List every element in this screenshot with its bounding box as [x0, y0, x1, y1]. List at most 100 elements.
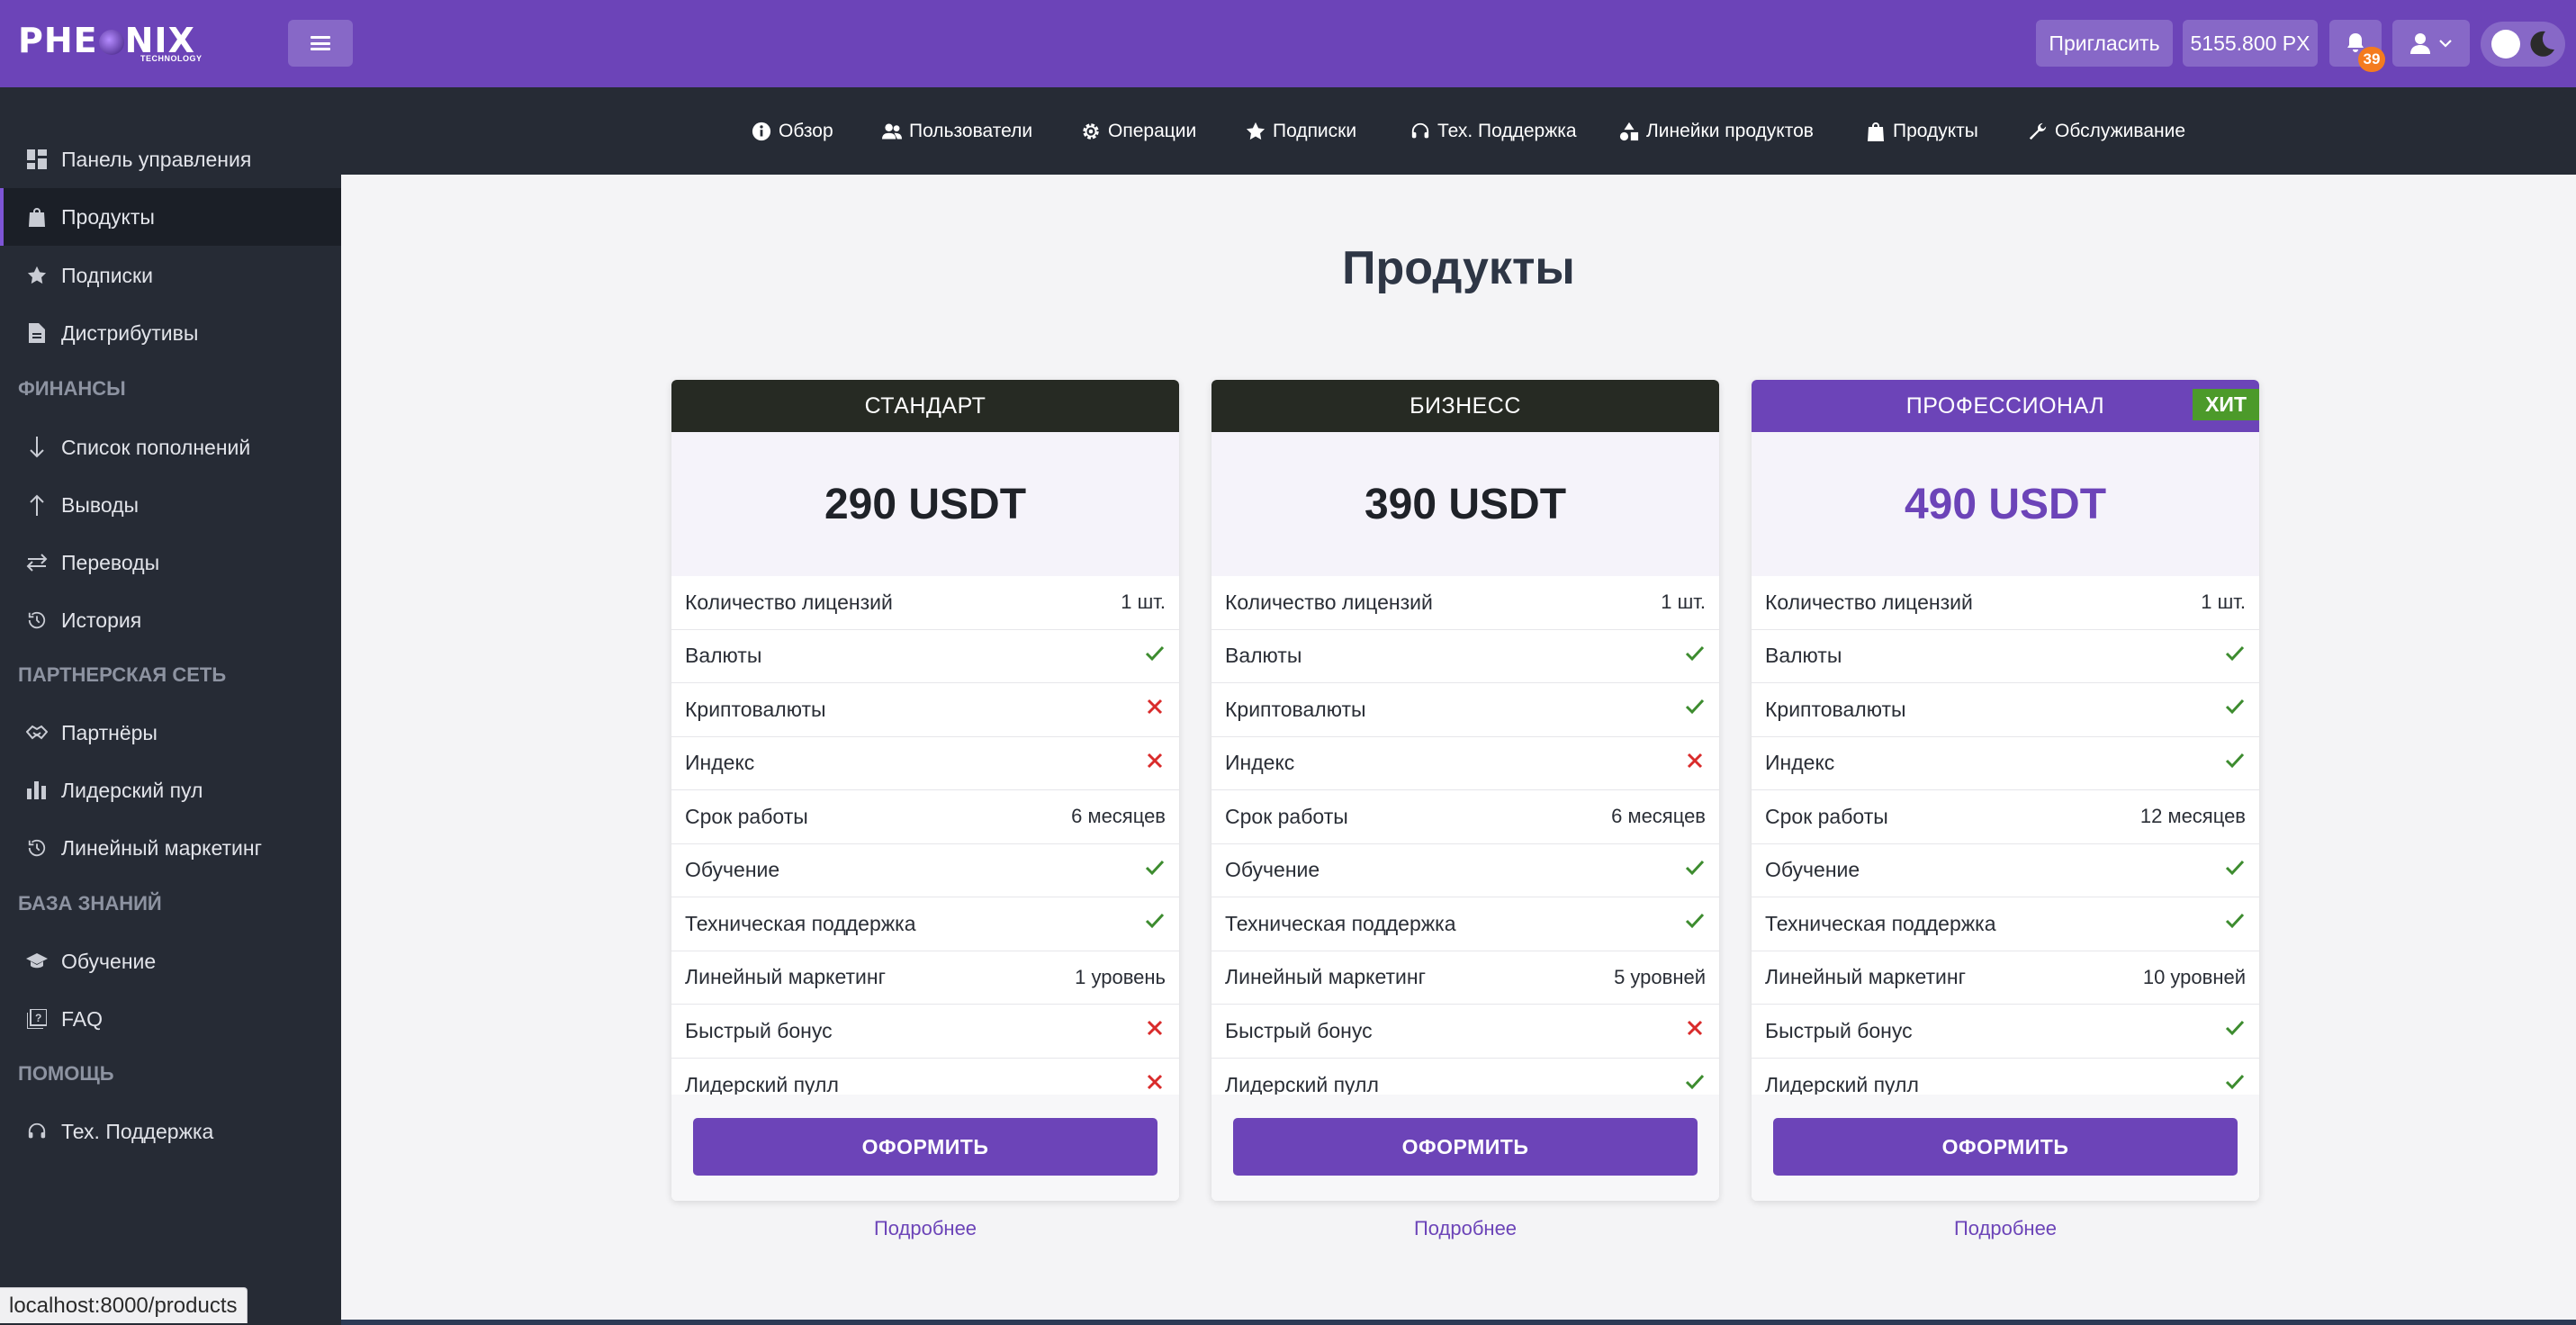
nav-item-products[interactable]: Продукты	[1866, 87, 1978, 175]
feature-row: Быстрый бонус	[1211, 1005, 1719, 1059]
notifications-button[interactable]: 39	[2329, 20, 2385, 72]
chevron-down-icon	[2439, 40, 2452, 48]
feature-row: Быстрый бонус	[671, 1005, 1179, 1059]
check-icon	[2224, 910, 2246, 937]
sidebar-item-label: Лидерский пул	[61, 778, 203, 802]
feature-label: Криптовалюты	[1225, 697, 1366, 721]
hamburger-icon	[311, 36, 330, 50]
feature-value: 6 месяцев	[1071, 805, 1166, 828]
sidebar-item-leader-pool[interactable]: Лидерский пул	[0, 762, 341, 819]
check-icon	[1684, 857, 1706, 884]
logo[interactable]: PHE NIX	[18, 23, 195, 58]
plan-price: 390 USDT	[1211, 432, 1719, 576]
sidebar-item-deposits[interactable]: Список пополнений	[0, 419, 341, 476]
sidebar-item-faq[interactable]: ? FAQ	[0, 990, 341, 1048]
plan-name: СТАНДАРТ	[671, 380, 1179, 432]
sidebar-item-label: Продукты	[61, 204, 155, 229]
nav-item-label: Обслуживание	[2055, 120, 2186, 141]
check-icon	[1144, 643, 1166, 670]
feature-row: Криптовалюты	[671, 683, 1179, 737]
feature-row: Валюты	[671, 630, 1179, 683]
feature-label: Индекс	[685, 751, 755, 775]
headset-icon	[25, 1120, 49, 1143]
nav-item-subscriptions[interactable]: Подписки	[1246, 87, 1356, 175]
sidebar-section-knowledge: БАЗА ЗНАНИЙ	[18, 892, 162, 915]
feature-label: Обучение	[1765, 858, 1860, 882]
sidebar-section-partners: ПАРТНЕРСКАЯ СЕТЬ	[18, 663, 227, 686]
light-mode-icon	[2491, 30, 2520, 59]
feature-value: 1 уровень	[1075, 965, 1166, 988]
feature-label: Лидерский пулл	[1225, 1072, 1379, 1096]
cog-icon	[1083, 122, 1099, 140]
sidebar-item-partners[interactable]: Партнёры	[0, 704, 341, 762]
nav-item-users[interactable]: Пользователи	[882, 87, 1032, 175]
user-menu-button[interactable]	[2392, 20, 2470, 67]
sidebar-item-label: Тех. Поддержка	[61, 1119, 214, 1143]
nav-item-label: Продукты	[1893, 120, 1978, 141]
feature-value: 1 шт.	[1661, 590, 1706, 614]
balance-button[interactable]: 5155.800 PX	[2183, 20, 2318, 67]
admin-nav: Обзор Пользователи Операции Подписки Тех…	[341, 87, 2576, 175]
more-details-link[interactable]: Подробнее	[671, 1217, 1179, 1240]
sidebar-item-linear-marketing[interactable]: Линейный маркетинг	[0, 819, 341, 877]
feature-label: Индекс	[1765, 751, 1835, 775]
sidebar-item-education[interactable]: Обучение	[0, 933, 341, 990]
order-button[interactable]: ОФОРМИТЬ	[693, 1118, 1157, 1176]
feature-row: Индекс	[671, 737, 1179, 790]
feature-row: Обучение	[1752, 844, 2259, 897]
bag-icon	[1868, 122, 1884, 141]
sidebar-item-dashboard[interactable]: Панель управления	[0, 131, 341, 188]
check-icon	[2224, 1017, 2246, 1044]
sidebar-item-label: Обучение	[61, 949, 157, 973]
nav-item-maintenance[interactable]: Обслуживание	[2028, 87, 2185, 175]
nav-item-product-lines[interactable]: Линейки продуктов	[1619, 87, 1814, 175]
more-details-link[interactable]: Подробнее	[1211, 1217, 1719, 1240]
bar-chart-icon	[25, 779, 49, 802]
feature-row: Техническая поддержка	[671, 897, 1179, 951]
nav-item-overview[interactable]: Обзор	[752, 87, 833, 175]
feature-row: Криптовалюты	[1211, 683, 1719, 737]
sidebar-item-transfers[interactable]: Переводы	[0, 534, 341, 591]
check-icon	[2224, 750, 2246, 777]
plan-card: БИЗНЕСС 390 USDT Количество лицензий 1 шт. В…	[1211, 380, 1719, 1201]
sidebar-item-history[interactable]: История	[0, 591, 341, 649]
check-icon	[1684, 696, 1706, 723]
menu-toggle-button[interactable]	[288, 20, 353, 67]
feature-row: Индекс	[1752, 737, 2259, 790]
nav-item-label: Линейки продуктов	[1646, 120, 1814, 141]
feature-label: Быстрый бонус	[1765, 1018, 1913, 1042]
feature-label: Валюты	[1225, 644, 1302, 668]
star-icon	[1246, 122, 1265, 140]
feature-value: 10 уровней	[2142, 965, 2246, 988]
feature-label: Техническая поддержка	[1765, 911, 1996, 935]
plan-price: 490 USDT	[1752, 432, 2259, 576]
theme-toggle[interactable]	[2481, 22, 2565, 67]
sidebar-section-finance: ФИНАНСЫ	[18, 377, 126, 400]
feature-value: 1 шт.	[2201, 590, 2246, 614]
nav-item-operations[interactable]: Операции	[1081, 87, 1196, 175]
order-button[interactable]: ОФОРМИТЬ	[1773, 1118, 2238, 1176]
document-icon	[25, 321, 49, 345]
logo-subtext: TECHNOLOGY	[140, 54, 203, 63]
more-details-link[interactable]: Подробнее	[1752, 1217, 2259, 1240]
sidebar-item-support[interactable]: Тех. Поддержка	[0, 1103, 341, 1160]
users-icon	[882, 123, 902, 139]
check-icon	[2224, 857, 2246, 884]
order-button[interactable]: ОФОРМИТЬ	[1233, 1118, 1698, 1176]
feature-label: Криптовалюты	[1765, 697, 1906, 721]
sidebar-item-distributions[interactable]: Дистрибутивы	[0, 304, 341, 362]
feature-label: Техническая поддержка	[685, 911, 916, 935]
feature-row: Индекс	[1211, 737, 1719, 790]
nav-item-support[interactable]: Тех. Поддержка	[1410, 87, 1577, 175]
card-footer: ОФОРМИТЬ	[1752, 1095, 2259, 1201]
transfer-icon	[25, 551, 49, 574]
page-title: Продукты	[1342, 242, 1575, 294]
shapes-icon	[1619, 122, 1639, 140]
sidebar-item-withdrawals[interactable]: Выводы	[0, 476, 341, 534]
sidebar-item-products[interactable]: Продукты	[0, 188, 341, 246]
bottom-strip	[341, 1320, 2576, 1325]
feature-label: Индекс	[1225, 751, 1295, 775]
invite-button[interactable]: Пригласить	[2036, 20, 2173, 67]
feature-row: Техническая поддержка	[1752, 897, 2259, 951]
sidebar-item-subscriptions[interactable]: Подписки	[0, 247, 341, 304]
